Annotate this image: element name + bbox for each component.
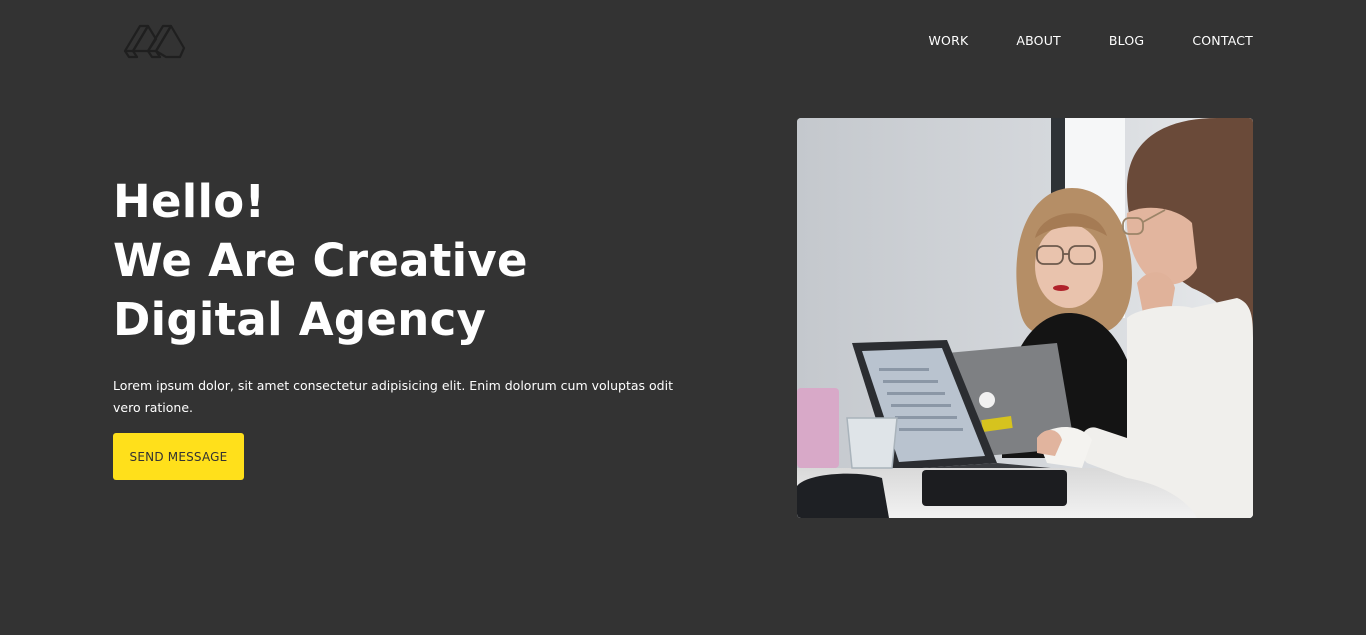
nav-link-about[interactable]: ABOUT (1016, 33, 1061, 48)
hero-title-line-1: Hello! (113, 175, 266, 228)
nav-link-blog[interactable]: BLOG (1109, 33, 1144, 48)
nav-link-contact[interactable]: CONTACT (1192, 33, 1253, 48)
hero-title-line-3: Digital Agency (113, 293, 487, 346)
agency-logo-icon[interactable] (122, 20, 188, 60)
send-message-button[interactable]: SEND MESSAGE (113, 433, 244, 480)
page: WORK ABOUT BLOG CONTACT Hello! We Are Cr… (0, 0, 1366, 635)
hero-title: Hello! We Are Creative Digital Agency (113, 172, 528, 349)
main-nav: WORK ABOUT BLOG CONTACT (880, 33, 1253, 48)
hero-image (797, 118, 1253, 518)
hero-title-line-2: We Are Creative (113, 234, 528, 287)
hero-description: Lorem ipsum dolor, sit amet consectetur … (113, 378, 673, 415)
nav-link-work[interactable]: WORK (928, 33, 968, 48)
